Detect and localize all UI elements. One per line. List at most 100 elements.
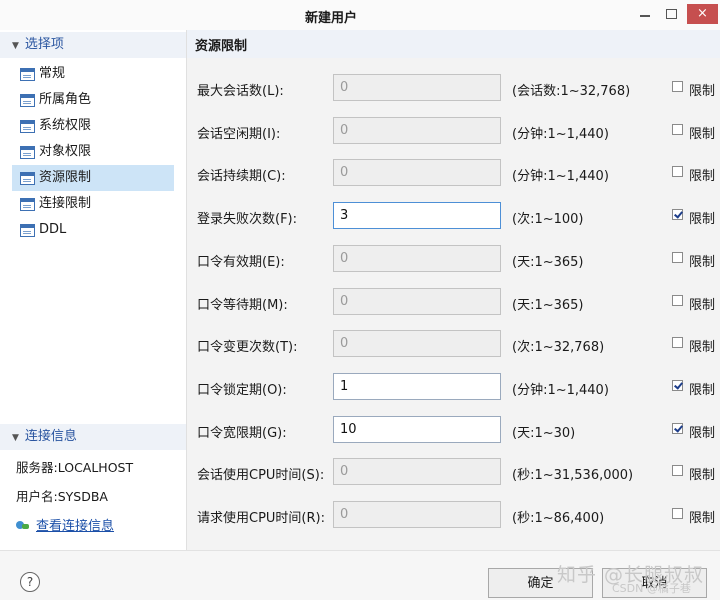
limit-range: (天:1~30) (512, 425, 576, 441)
collapse-triangle-icon[interactable]: ▼ (12, 41, 19, 51)
sidebar-item-label: 系统权限 (39, 118, 92, 133)
options-section-label: 选择项 (24, 37, 64, 52)
limit-row: 口令变更次数(T): 0 (次:1~32,768) 限制 (187, 330, 720, 360)
sidebar-item-label: DDL (39, 222, 67, 237)
sidebar-item[interactable]: DDL (12, 217, 174, 243)
limit-label: 会话使用CPU时间(S): (197, 468, 325, 484)
limit-input[interactable]: 0 (333, 501, 501, 528)
limit-row: 会话使用CPU时间(S): 0 (秒:1~31,536,000) 限制 (187, 458, 720, 488)
limit-input[interactable]: 0 (333, 287, 501, 315)
limit-checkbox[interactable] (672, 294, 683, 306)
limit-checkbox-label[interactable]: 限制 (689, 379, 715, 398)
collapse-triangle-icon[interactable]: ▼ (12, 433, 19, 443)
limit-checkbox-label[interactable]: 限制 (689, 165, 715, 184)
window-title: 新建用户 (304, 11, 357, 26)
maximize-icon[interactable] (660, 4, 682, 24)
sidebar: ▼ 选择项 常规所属角色系统权限对象权限资源限制连接限制 DDL ▼ 连接信息 服务器… (0, 30, 187, 550)
limit-label: 会话持续期(C): (197, 169, 286, 185)
limit-checkbox-label[interactable]: 限制 (689, 336, 715, 355)
limit-range: (次:1~32,768) (512, 340, 605, 356)
limit-range: (天:1~365) (512, 297, 584, 313)
main-header-band: 资源限制 (187, 30, 720, 58)
limit-input[interactable]: 0 (333, 116, 501, 144)
sidebar-item[interactable]: 资源限制 (12, 165, 174, 191)
limit-range: (次:1~100) (512, 212, 584, 228)
close-icon[interactable]: × (687, 4, 718, 24)
limit-input[interactable]: 0 (333, 458, 501, 486)
page-icon (20, 120, 35, 133)
cancel-button[interactable]: 取消 (602, 568, 707, 598)
limit-checkbox[interactable] (672, 81, 683, 92)
limit-label: 最大会话数(L): (197, 84, 284, 99)
limit-checkbox[interactable] (672, 422, 683, 434)
sidebar-item[interactable]: 对象权限 (12, 139, 174, 165)
limit-checkbox-label[interactable]: 限制 (689, 123, 715, 142)
sidebar-item[interactable]: 所属角色 (12, 87, 174, 113)
limit-label: 登录失败次数(F): (197, 212, 298, 228)
ok-button[interactable]: 确定 (488, 568, 593, 598)
limit-input[interactable]: 0 (333, 74, 501, 101)
help-icon[interactable]: ? (20, 572, 40, 592)
page-title: 资源限制 (195, 39, 248, 54)
limit-row: 口令宽限期(G): 10 (天:1~30) 限制 (187, 415, 720, 446)
limit-checkbox-label[interactable]: 限制 (689, 208, 715, 227)
sidebar-item[interactable]: 系统权限 (12, 113, 174, 139)
limit-checkbox-label[interactable]: 限制 (689, 507, 715, 526)
limit-checkbox-label[interactable]: 限制 (689, 294, 715, 313)
limit-checkbox-label[interactable]: 限制 (689, 422, 715, 441)
limit-checkbox-label[interactable]: 限制 (689, 464, 715, 483)
sidebar-item[interactable]: 连接限制 (12, 191, 174, 217)
limit-range: (会话数:1~32,768) (512, 84, 631, 99)
connection-section-label: 连接信息 (24, 429, 77, 444)
limit-label: 口令有效期(E): (197, 254, 285, 270)
limit-checkbox[interactable] (672, 508, 683, 519)
limit-input[interactable]: 0 (333, 330, 501, 358)
view-connection-link-text[interactable]: 查看连接信息 (36, 519, 114, 534)
limit-input[interactable]: 1 (333, 372, 501, 400)
limit-checkbox[interactable] (672, 123, 683, 135)
username-info: 用户名:SYSDBA (16, 489, 108, 504)
limit-input[interactable]: 0 (333, 159, 501, 187)
limit-range: (分钟:1~1,440) (512, 126, 609, 142)
connection-icon (16, 519, 30, 531)
page-icon (20, 146, 35, 159)
limit-checkbox[interactable] (672, 465, 683, 477)
limit-checkbox[interactable] (672, 379, 683, 391)
sidebar-item[interactable]: 常规 (12, 61, 174, 87)
limit-row: 最大会话数(L): 0 (会话数:1~32,768) 限制 (187, 74, 720, 104)
options-section-header[interactable]: ▼ 选择项 (12, 35, 64, 55)
limit-checkbox[interactable] (672, 209, 683, 221)
limit-input[interactable]: 3 (333, 202, 501, 230)
limit-range: (分钟:1~1,440) (512, 382, 609, 398)
limit-checkbox[interactable] (672, 166, 683, 178)
limit-label: 口令宽限期(G): (197, 425, 287, 441)
sidebar-item-label: 所属角色 (39, 92, 92, 107)
limit-range: (天:1~365) (512, 254, 584, 270)
limit-input[interactable]: 10 (333, 415, 501, 443)
limit-range: (秒:1~31,536,000) (512, 468, 634, 484)
limit-label: 口令等待期(M): (197, 297, 288, 313)
limit-label: 口令锁定期(O): (197, 382, 287, 398)
limit-row: 请求使用CPU时间(R): 0 (秒:1~86,400) 限制 (187, 501, 720, 531)
sidebar-item-label: 连接限制 (39, 196, 92, 211)
view-connection-link[interactable]: 查看连接信息 (16, 516, 114, 538)
limit-row: 口令锁定期(O): 1 (分钟:1~1,440) 限制 (187, 372, 720, 403)
resource-limits-form: 最大会话数(L): 0 (会话数:1~32,768) 限制 会话空闲期(I): 0 (分钟:… (187, 58, 720, 550)
limit-row: 登录失败次数(F): 3 (次:1~100) 限制 (187, 202, 720, 232)
limit-checkbox-label[interactable]: 限制 (689, 251, 715, 270)
minimize-icon[interactable] (634, 4, 656, 24)
limit-input[interactable]: 0 (333, 244, 501, 272)
sidebar-item-label: 对象权限 (39, 144, 92, 159)
limit-checkbox[interactable] (672, 337, 683, 349)
sidebar-item-label: 资源限制 (39, 170, 92, 185)
server-info: 服务器:LOCALHOST (16, 460, 134, 475)
limit-row: 口令等待期(M): 0 (天:1~365) 限制 (187, 287, 720, 318)
limit-label: 口令变更次数(T): (197, 340, 298, 356)
title-bar: 新建用户 × (0, 0, 720, 30)
connection-section-header[interactable]: ▼ 连接信息 (12, 427, 77, 447)
limit-row: 会话空闲期(I): 0 (分钟:1~1,440) 限制 (187, 116, 720, 147)
sidebar-item-label: 常规 (39, 66, 66, 81)
limit-checkbox[interactable] (672, 251, 683, 263)
dialog-footer: ? 确定 取消 (0, 550, 720, 600)
limit-checkbox-label[interactable]: 限制 (689, 80, 715, 99)
